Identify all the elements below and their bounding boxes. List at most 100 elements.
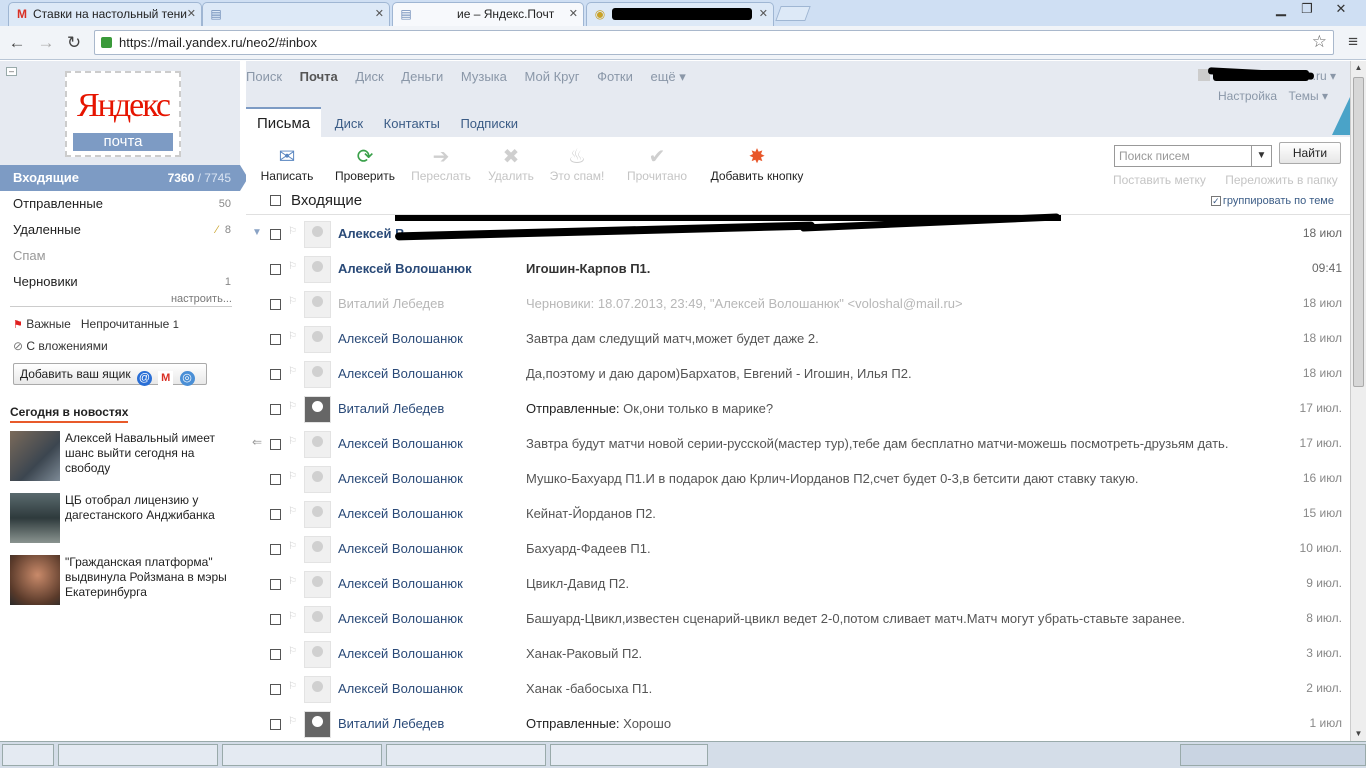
flag-icon[interactable]: ⚐ <box>288 611 297 622</box>
page-scrollbar[interactable]: ▲ ▼ <box>1350 61 1366 741</box>
flag-icon[interactable]: ⚐ <box>288 646 297 657</box>
flag-icon[interactable]: ⚐ <box>288 226 297 237</box>
start-button[interactable] <box>2 744 54 766</box>
forward-button[interactable]: ➔ Переслать <box>406 145 476 183</box>
thread-expand-icon[interactable]: ▼ <box>252 227 262 238</box>
close-window-icon[interactable]: ✕ <box>1326 0 1356 18</box>
flag-icon[interactable]: ⚐ <box>288 401 297 412</box>
flag-icon[interactable]: ⚐ <box>288 436 297 447</box>
message-checkbox[interactable] <box>270 474 281 485</box>
taskbar-item[interactable] <box>58 744 218 766</box>
collapse-icon[interactable]: – <box>6 67 17 76</box>
add-button-button[interactable]: ✸ Добавить кнопку <box>706 145 808 183</box>
flag-icon[interactable]: ⚐ <box>288 681 297 692</box>
browser-tab-redacted[interactable]: ▤ ✕ <box>202 2 390 26</box>
message-row[interactable]: ⚐ Алексей Волошанюк Завтра дам следущий ма… <box>246 321 1350 356</box>
delete-button[interactable]: ✖ Удалить <box>476 145 546 183</box>
message-row[interactable]: ⚐ Алексей Волошанюк Кейнат-Йорданов П2. 15 … <box>246 496 1350 531</box>
configure-folders-link[interactable]: настроить... <box>10 293 232 307</box>
folder-inbox[interactable]: Входящие 7360 / 7745 <box>0 165 248 191</box>
taskbar-item[interactable] <box>222 744 382 766</box>
message-row[interactable]: ⚐ Виталий Лебедев Отправленные: Хорошо 1 ию… <box>246 706 1350 741</box>
reload-icon[interactable]: ↻ <box>63 32 85 54</box>
message-row[interactable]: ⚐ Алексей Волошанюк Мушко-Бахуард П1.И в п… <box>246 461 1350 496</box>
message-checkbox[interactable] <box>270 369 281 380</box>
chevron-down-icon[interactable]: ▼ <box>1251 146 1271 166</box>
yandex-mail-logo[interactable]: Яндекс почта <box>65 71 181 157</box>
message-row[interactable]: ⚐ Виталий Лебедев Отправленные: Ок,они тол… <box>246 391 1350 426</box>
message-row[interactable]: ⚐ Алексей Волошанюк Ханак -бабосыха П1. 2 и… <box>246 671 1350 706</box>
news-item[interactable]: Алексей Навальный имеет шанс выйти сегод… <box>10 431 235 483</box>
mark-read-button[interactable]: ✔ Прочитано <box>622 145 692 183</box>
flag-icon[interactable]: ⚐ <box>288 576 297 587</box>
flag-icon[interactable]: ⚐ <box>288 471 297 482</box>
message-row[interactable]: ⚐ Алексей Волошанюк Ханак-Раковый П2. 3 июл… <box>246 636 1350 671</box>
mail-search-input[interactable]: Поиск писем ▼ <box>1114 145 1272 167</box>
message-checkbox[interactable] <box>270 614 281 625</box>
message-checkbox[interactable] <box>270 684 281 695</box>
service-mail[interactable]: Почта <box>300 69 338 84</box>
minimize-icon[interactable]: ▁ <box>1268 0 1294 18</box>
find-button[interactable]: Найти <box>1279 142 1341 164</box>
browser-tab-gmail[interactable]: M Ставки на настольный тени ✕ <box>8 2 202 26</box>
themes-link[interactable]: Темы ▾ <box>1288 89 1328 103</box>
flag-icon[interactable]: ⚐ <box>288 261 297 272</box>
group-by-thread-toggle[interactable]: ✓ группировать по теме <box>1210 195 1334 207</box>
add-mailbox-button[interactable]: Добавить ваш ящик @ M ◎ <box>13 363 207 386</box>
message-checkbox[interactable] <box>270 264 281 275</box>
label-unread[interactable]: Непрочитанные <box>81 317 169 331</box>
flag-icon[interactable]: ⚐ <box>288 541 297 552</box>
forward-icon[interactable]: → <box>35 32 57 54</box>
browser-tab-yandex-mail[interactable]: ▤ ие – Яндекс.Почт ✕ <box>392 2 584 26</box>
message-checkbox[interactable] <box>270 544 281 555</box>
flag-icon[interactable]: ⚐ <box>288 506 297 517</box>
flag-icon[interactable]: ⚐ <box>288 366 297 377</box>
message-checkbox[interactable] <box>270 229 281 240</box>
tab-disk[interactable]: Диск <box>335 116 363 131</box>
check-mail-button[interactable]: ⟳ Проверить <box>330 145 400 183</box>
back-icon[interactable]: ← <box>6 32 28 54</box>
close-tab-icon[interactable]: ✕ <box>187 3 196 25</box>
new-tab-button[interactable] <box>775 6 811 21</box>
taskbar-item[interactable] <box>386 744 546 766</box>
scroll-up-icon[interactable]: ▲ <box>1351 61 1366 75</box>
folder-sent[interactable]: Отправленные 50 <box>0 191 240 217</box>
close-tab-icon[interactable]: ✕ <box>569 3 578 25</box>
folder-drafts[interactable]: Черновики 1 <box>0 269 240 295</box>
message-row[interactable]: ⚐ Алексей Волошанюк Цвикл-Давид П2. 9 июл. <box>246 566 1350 601</box>
scroll-down-icon[interactable]: ▼ <box>1351 727 1366 741</box>
broom-icon[interactable]: ⁄ <box>216 217 218 243</box>
service-music[interactable]: Музыка <box>461 69 507 84</box>
service-search[interactable]: Поиск <box>246 69 282 84</box>
bookmark-star-icon[interactable]: ☆ <box>1312 32 1327 52</box>
settings-link[interactable]: Настройка <box>1218 89 1277 103</box>
compose-button[interactable]: ✉ Написать <box>252 145 322 183</box>
close-tab-icon[interactable]: ✕ <box>375 3 384 25</box>
message-checkbox[interactable] <box>270 334 281 345</box>
news-item[interactable]: ЦБ отобрал лицензию у дагестанского Андж… <box>10 493 235 545</box>
close-tab-icon[interactable]: ✕ <box>759 3 768 25</box>
folder-spam[interactable]: Спам <box>0 243 240 269</box>
flag-icon[interactable]: ⚐ <box>288 716 297 727</box>
service-more[interactable]: ещё ▾ <box>650 69 685 84</box>
folder-trash[interactable]: Удаленные ⁄ 8 <box>0 217 240 243</box>
restore-icon[interactable]: ❐ <box>1294 0 1320 18</box>
message-row[interactable]: ⚐ Алексей Волошанюк Башуард-Цвикл,известен… <box>246 601 1350 636</box>
service-money[interactable]: Деньги <box>401 69 443 84</box>
message-row[interactable]: ⚐ Виталий Лебедев Черновики: 18.07.2013, 2… <box>246 286 1350 321</box>
set-label-link[interactable]: Поставить метку <box>1113 173 1206 187</box>
message-checkbox[interactable] <box>270 299 281 310</box>
address-bar[interactable]: https://mail.yandex.ru/neo2/#inbox ☆ <box>94 30 1334 55</box>
taskbar-item[interactable] <box>550 744 708 766</box>
label-attachments-row[interactable]: ⊘ С вложениями <box>13 339 108 353</box>
tab-letters[interactable]: Письма <box>246 107 322 137</box>
scroll-thumb[interactable] <box>1353 77 1364 387</box>
service-moikrug[interactable]: Мой Круг <box>525 69 580 84</box>
message-row[interactable]: ⚐ Алексей Волошанюк Да,поэтому и даю даром… <box>246 356 1350 391</box>
message-checkbox[interactable] <box>270 509 281 520</box>
service-photos[interactable]: Фотки <box>597 69 633 84</box>
news-title[interactable]: Сегодня в новостях <box>10 405 129 423</box>
news-item[interactable]: "Гражданская платформа" выдвинула Ройзма… <box>10 555 235 607</box>
message-checkbox[interactable] <box>270 439 281 450</box>
message-checkbox[interactable] <box>270 579 281 590</box>
